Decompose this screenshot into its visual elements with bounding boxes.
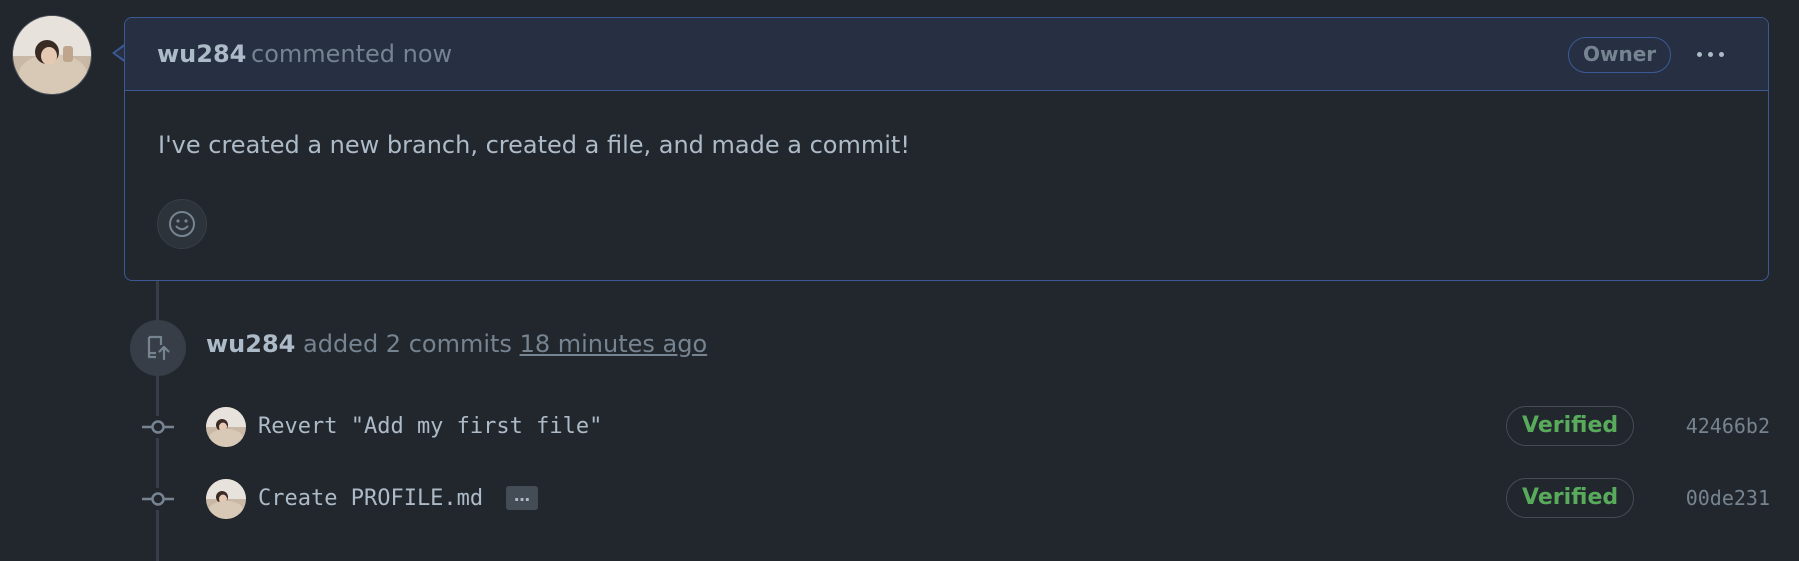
verified-badge[interactable]: Verified [1506, 478, 1635, 518]
push-event-text: wu284 added 2 commits 18 minutes ago [206, 330, 707, 358]
owner-badge: Owner [1568, 37, 1672, 73]
comment-header: wu284 commented now Owner [125, 18, 1768, 91]
git-commit-icon [140, 416, 176, 438]
comment-action: commented now [251, 40, 453, 68]
commit-message[interactable]: Revert "Add my first file" [258, 414, 602, 439]
commit-avatar[interactable] [206, 407, 246, 447]
commit-sha[interactable]: 42466b2 [1686, 414, 1770, 438]
smiley-icon[interactable] [157, 199, 207, 249]
git-commit-icon [140, 488, 176, 510]
commit-row: Revert "Add my first file" Verified 4246… [140, 402, 1770, 452]
commit-sha[interactable]: 00de231 [1686, 486, 1770, 510]
commit-avatar[interactable] [206, 479, 246, 519]
author-avatar[interactable] [12, 15, 92, 95]
expand-commit-message-button[interactable]: … [506, 486, 538, 510]
event-time[interactable]: 18 minutes ago [520, 330, 708, 358]
commit-message[interactable]: Create PROFILE.md [258, 486, 483, 511]
comment-author[interactable]: wu284 [157, 40, 246, 68]
comment-box: wu284 commented now Owner I've created a… [124, 17, 1769, 281]
event-action: added 2 commits [303, 330, 512, 358]
event-author[interactable]: wu284 [206, 330, 295, 358]
repo-push-icon [130, 320, 186, 376]
commit-row: Create PROFILE.md … Verified 00de231 [140, 474, 1770, 524]
verified-badge[interactable]: Verified [1506, 406, 1635, 446]
kebab-horizontal-icon[interactable] [1690, 36, 1730, 72]
comment-body: I've created a new branch, created a fil… [158, 131, 910, 159]
